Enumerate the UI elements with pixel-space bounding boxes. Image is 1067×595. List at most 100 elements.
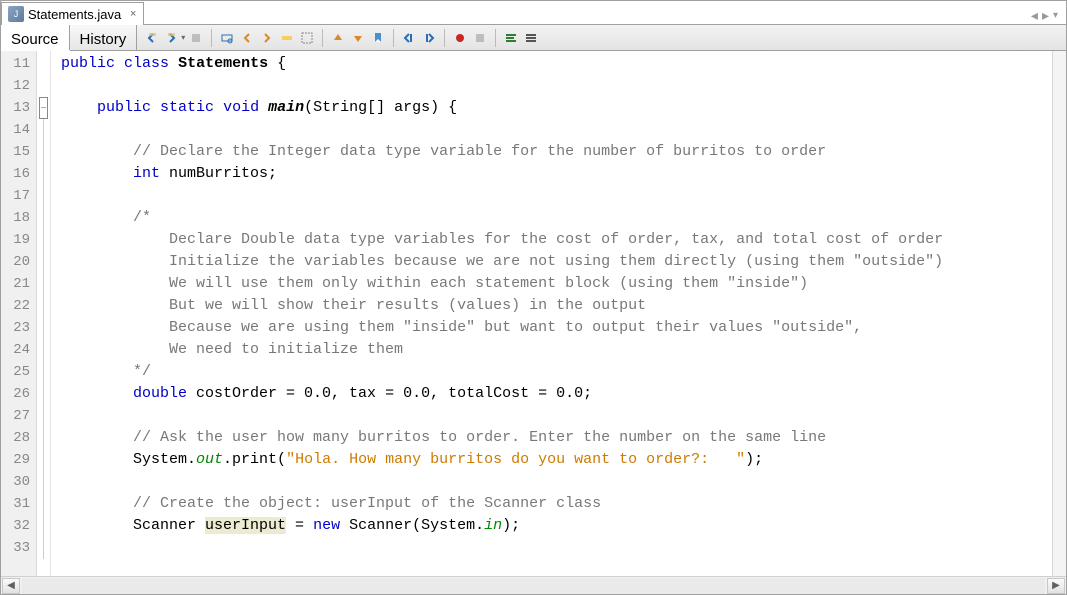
error-stripe[interactable]: [1052, 51, 1066, 576]
line-number[interactable]: 33: [1, 537, 36, 559]
code-line[interactable]: public static void main(String[] args) {: [61, 97, 1052, 119]
scroll-track[interactable]: [22, 578, 1045, 594]
line-number[interactable]: 19: [1, 229, 36, 251]
line-number[interactable]: 27: [1, 405, 36, 427]
line-number[interactable]: 11: [1, 53, 36, 75]
code-line[interactable]: public class Statements {: [61, 53, 1052, 75]
tab-prev-icon[interactable]: ◂: [1031, 7, 1038, 24]
fold-cell[interactable]: [37, 317, 50, 339]
code-line[interactable]: [61, 185, 1052, 207]
code-line[interactable]: We need to initialize them: [61, 339, 1052, 361]
fold-cell[interactable]: [37, 119, 50, 141]
fold-cell[interactable]: [37, 427, 50, 449]
fold-cell[interactable]: [37, 471, 50, 493]
fold-cell[interactable]: [37, 295, 50, 317]
tab-source[interactable]: Source: [1, 25, 70, 50]
line-number[interactable]: 22: [1, 295, 36, 317]
macro-record-icon[interactable]: [451, 29, 469, 47]
code-line[interactable]: But we will show their results (values) …: [61, 295, 1052, 317]
code-line[interactable]: [61, 537, 1052, 559]
shift-right-icon[interactable]: [420, 29, 438, 47]
fold-cell[interactable]: [37, 273, 50, 295]
find-prev-icon[interactable]: [238, 29, 256, 47]
last-edit-icon[interactable]: [187, 29, 205, 47]
fold-cell[interactable]: [37, 449, 50, 471]
code-line[interactable]: // Declare the Integer data type variabl…: [61, 141, 1052, 163]
code-line[interactable]: [61, 471, 1052, 493]
fold-cell[interactable]: [37, 53, 50, 75]
code-line[interactable]: double costOrder = 0.0, tax = 0.0, total…: [61, 383, 1052, 405]
fold-cell[interactable]: [37, 229, 50, 251]
uncomment-icon[interactable]: [522, 29, 540, 47]
tab-list-icon[interactable]: ▾: [1053, 10, 1058, 21]
fold-cell[interactable]: [37, 361, 50, 383]
fold-gutter[interactable]: −: [37, 51, 51, 576]
toggle-rect-sel-icon[interactable]: [298, 29, 316, 47]
code-line[interactable]: System.out.print("Hola. How many burrito…: [61, 449, 1052, 471]
fold-cell[interactable]: −: [37, 97, 50, 119]
line-number[interactable]: 23: [1, 317, 36, 339]
line-number[interactable]: 15: [1, 141, 36, 163]
fold-cell[interactable]: [37, 207, 50, 229]
find-sel-icon[interactable]: [218, 29, 236, 47]
prev-bookmark-icon[interactable]: [329, 29, 347, 47]
next-bookmark-icon[interactable]: [349, 29, 367, 47]
line-number[interactable]: 25: [1, 361, 36, 383]
fold-cell[interactable]: [37, 537, 50, 559]
fold-cell[interactable]: [37, 141, 50, 163]
fold-toggle-icon[interactable]: −: [39, 97, 48, 119]
comment-icon[interactable]: [502, 29, 520, 47]
file-tab[interactable]: J Statements.java ×: [1, 2, 144, 25]
fold-cell[interactable]: [37, 185, 50, 207]
line-number[interactable]: 20: [1, 251, 36, 273]
find-next-icon[interactable]: [258, 29, 276, 47]
code-line[interactable]: */: [61, 361, 1052, 383]
fold-cell[interactable]: [37, 515, 50, 537]
code-line[interactable]: // Create the object: userInput of the S…: [61, 493, 1052, 515]
editor[interactable]: 1112131415161718192021222324252627282930…: [1, 51, 1066, 576]
scroll-left-icon[interactable]: ◀: [2, 578, 20, 594]
dropdown-icon[interactable]: ▾: [181, 33, 185, 42]
fold-cell[interactable]: [37, 383, 50, 405]
fold-cell[interactable]: [37, 75, 50, 97]
nav-fwd-icon[interactable]: [163, 29, 181, 47]
scroll-right-icon[interactable]: ▶: [1047, 578, 1065, 594]
nav-back-icon[interactable]: [143, 29, 161, 47]
toggle-bookmark-icon[interactable]: [369, 29, 387, 47]
line-number[interactable]: 18: [1, 207, 36, 229]
line-number[interactable]: 29: [1, 449, 36, 471]
code-line[interactable]: [61, 75, 1052, 97]
line-number[interactable]: 13: [1, 97, 36, 119]
code-line[interactable]: // Ask the user how many burritos to ord…: [61, 427, 1052, 449]
line-number[interactable]: 28: [1, 427, 36, 449]
line-gutter[interactable]: 1112131415161718192021222324252627282930…: [1, 51, 37, 576]
line-number[interactable]: 21: [1, 273, 36, 295]
tab-history[interactable]: History: [70, 25, 138, 50]
line-number[interactable]: 12: [1, 75, 36, 97]
code-line[interactable]: Declare Double data type variables for t…: [61, 229, 1052, 251]
tab-next-icon[interactable]: ▸: [1042, 7, 1049, 24]
close-icon[interactable]: ×: [127, 8, 139, 20]
code-line[interactable]: Initialize the variables because we are …: [61, 251, 1052, 273]
code-area[interactable]: public class Statements { public static …: [51, 51, 1052, 576]
code-line[interactable]: Because we are using them "inside" but w…: [61, 317, 1052, 339]
macro-stop-icon[interactable]: [471, 29, 489, 47]
line-number[interactable]: 32: [1, 515, 36, 537]
code-line[interactable]: int numBurritos;: [61, 163, 1052, 185]
horizontal-scrollbar[interactable]: ◀ ▶: [1, 576, 1066, 594]
line-number[interactable]: 30: [1, 471, 36, 493]
fold-cell[interactable]: [37, 405, 50, 427]
line-number[interactable]: 31: [1, 493, 36, 515]
code-line[interactable]: [61, 405, 1052, 427]
line-number[interactable]: 16: [1, 163, 36, 185]
code-line[interactable]: We will use them only within each statem…: [61, 273, 1052, 295]
line-number[interactable]: 14: [1, 119, 36, 141]
code-line[interactable]: Scanner userInput = new Scanner(System.i…: [61, 515, 1052, 537]
line-number[interactable]: 24: [1, 339, 36, 361]
code-line[interactable]: /*: [61, 207, 1052, 229]
line-number[interactable]: 17: [1, 185, 36, 207]
fold-cell[interactable]: [37, 339, 50, 361]
fold-cell[interactable]: [37, 251, 50, 273]
fold-cell[interactable]: [37, 493, 50, 515]
toggle-highlight-icon[interactable]: [278, 29, 296, 47]
